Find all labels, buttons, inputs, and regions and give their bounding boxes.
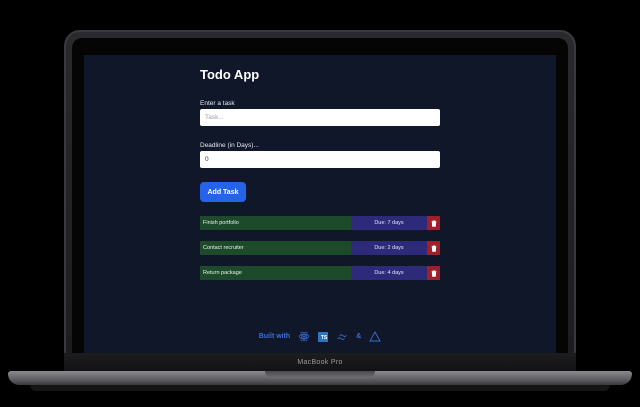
laptop-base-notch — [265, 371, 375, 378]
add-task-button[interactable]: Add Task — [200, 182, 246, 202]
typescript-icon[interactable]: TS — [318, 331, 329, 342]
delete-task-button[interactable] — [427, 241, 440, 255]
deadline-input-label: Deadline (in Days)... — [200, 142, 259, 149]
ampersand: & — [356, 333, 362, 340]
vercel-triangle-icon[interactable] — [369, 331, 382, 342]
task-due: Due: 4 days — [351, 266, 427, 280]
deadline-input[interactable]: 0 — [200, 151, 440, 168]
task-name: Finish portfolio — [200, 216, 351, 230]
macbook-pro-label: MacBook Pro — [297, 359, 343, 366]
react-icon[interactable] — [298, 331, 310, 342]
task-row: Return package Due: 4 days — [200, 266, 440, 280]
task-name: Contact recruiter — [200, 241, 351, 255]
task-input[interactable]: Task... — [200, 109, 440, 126]
task-due: Due: 2 days — [351, 241, 427, 255]
todo-app: Todo App Enter a task Task... Deadline (… — [200, 67, 440, 291]
task-due: Due: 7 days — [351, 216, 427, 230]
app-title: Todo App — [200, 67, 260, 82]
trash-icon — [431, 244, 436, 252]
laptop-base-shadow — [30, 385, 610, 391]
delete-task-button[interactable] — [427, 216, 440, 230]
laptop-screen: Todo App Enter a task Task... Deadline (… — [84, 55, 556, 353]
task-row: Contact recruiter Due: 2 days — [200, 241, 440, 255]
task-name: Return package — [200, 266, 351, 280]
task-row: Finish portfolio Due: 7 days — [200, 216, 440, 230]
tailwind-icon[interactable] — [336, 333, 348, 341]
laptop-chin: MacBook Pro — [64, 353, 576, 372]
task-input-label: Enter a task — [200, 100, 235, 107]
footer: Built with TS & — [84, 331, 556, 342]
trash-icon — [431, 269, 436, 277]
trash-icon — [431, 219, 436, 227]
built-with-label: Built with — [258, 333, 291, 340]
delete-task-button[interactable] — [427, 266, 440, 280]
